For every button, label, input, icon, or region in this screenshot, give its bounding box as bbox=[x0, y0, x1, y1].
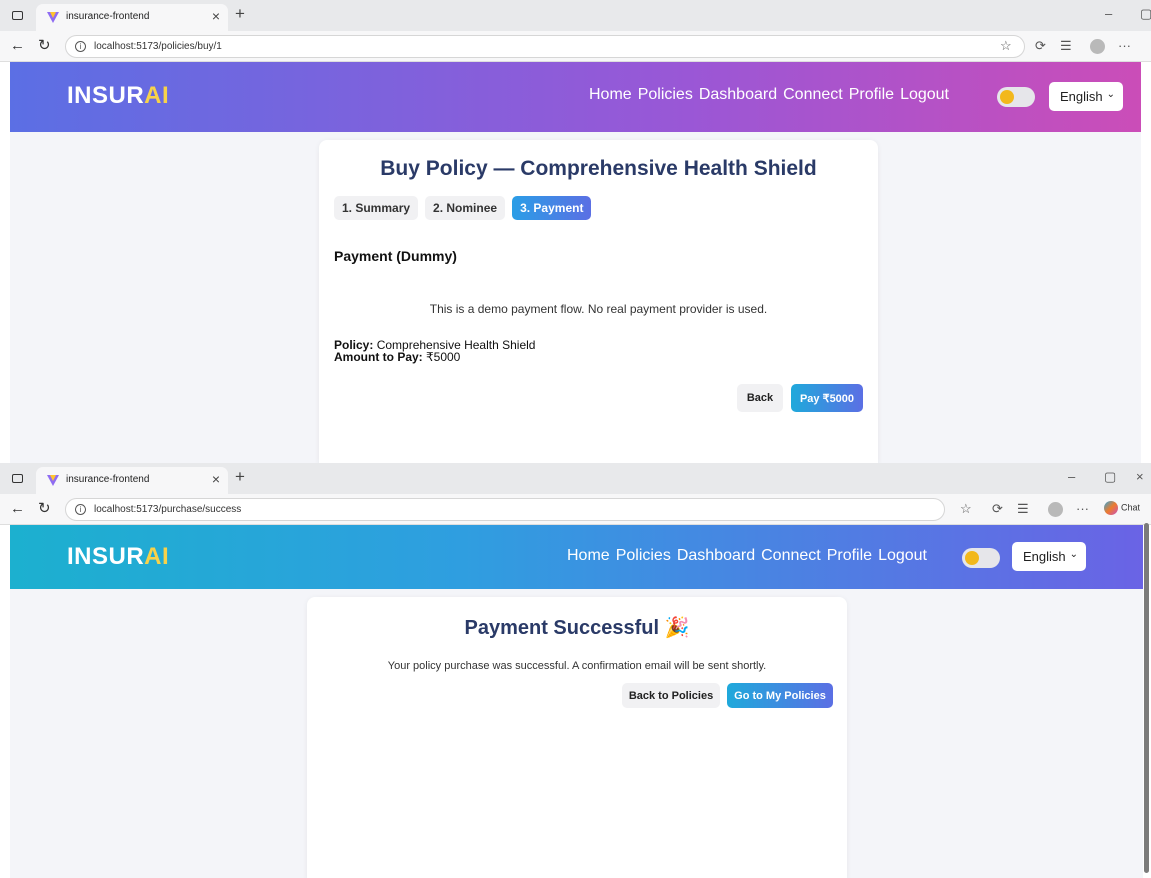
extensions-icon[interactable]: ⟳ bbox=[1035, 38, 1046, 54]
brand-logo[interactable]: INSURAI bbox=[67, 82, 169, 110]
tab-bar: insurance-frontend × + – ▢ × bbox=[0, 463, 1151, 494]
vite-icon bbox=[47, 12, 59, 23]
step-summary[interactable]: 1. Summary bbox=[334, 196, 419, 220]
reload-icon[interactable]: ↻ bbox=[38, 499, 51, 517]
close-tab-icon[interactable]: × bbox=[212, 8, 220, 24]
maximize-icon[interactable]: ▢ bbox=[1140, 6, 1151, 22]
language-select[interactable]: English ⌄ bbox=[1049, 82, 1123, 111]
chevron-down-icon: ⌄ bbox=[1069, 549, 1078, 560]
nav-home[interactable]: Home bbox=[589, 86, 632, 104]
page-scrollbar[interactable] bbox=[1144, 523, 1149, 873]
more-icon[interactable]: ··· bbox=[1076, 501, 1089, 516]
amount-value: ₹5000 bbox=[426, 350, 461, 364]
language-value: English bbox=[1023, 549, 1066, 564]
brand-accent: AI bbox=[144, 82, 170, 109]
nav-dashboard[interactable]: Dashboard bbox=[677, 547, 755, 565]
theme-toggle[interactable] bbox=[962, 548, 1000, 568]
main-nav: Home Policies Dashboard Connect Profile … bbox=[589, 86, 949, 104]
favorites-icon[interactable]: ☰ bbox=[1060, 38, 1072, 54]
favorite-star-icon[interactable]: ☆ bbox=[1000, 38, 1012, 54]
nav-logout[interactable]: Logout bbox=[878, 547, 927, 565]
step-nominee[interactable]: 2. Nominee bbox=[425, 196, 506, 220]
address-bar[interactable]: i localhost:5173/policies/buy/1 bbox=[65, 35, 1025, 58]
copilot-chat-button[interactable]: Chat bbox=[1104, 501, 1140, 515]
tab-title: insurance-frontend bbox=[66, 11, 150, 22]
favorite-star-icon[interactable]: ☆ bbox=[960, 501, 972, 517]
url-text[interactable]: localhost:5173/policies/buy/1 bbox=[94, 41, 222, 52]
success-message: Your policy purchase was successful. A c… bbox=[387, 660, 767, 672]
chat-label: Chat bbox=[1121, 502, 1141, 513]
vite-icon bbox=[47, 475, 59, 486]
main-nav: Home Policies Dashboard Connect Profile … bbox=[567, 547, 927, 565]
address-bar-row: ← ↻ i localhost:5173/policies/buy/1 ☆ ⟳ … bbox=[0, 31, 1151, 62]
minimize-icon[interactable]: – bbox=[1068, 469, 1075, 484]
back-arrow-icon[interactable]: ← bbox=[10, 37, 25, 54]
brand-main: INSUR bbox=[67, 82, 145, 109]
browser-tab[interactable]: insurance-frontend × bbox=[36, 467, 228, 494]
nav-dashboard[interactable]: Dashboard bbox=[699, 86, 777, 104]
minimize-icon[interactable]: – bbox=[1105, 6, 1112, 21]
nav-policies[interactable]: Policies bbox=[616, 547, 671, 565]
buy-policy-screenshot: insurance-frontend × + – ▢ ← ↻ i localho… bbox=[0, 0, 1151, 463]
site-header: INSURAI Home Policies Dashboard Connect … bbox=[10, 62, 1141, 132]
toggle-knob bbox=[965, 551, 979, 565]
browser-tab[interactable]: insurance-frontend × bbox=[36, 4, 228, 31]
copilot-icon bbox=[1104, 501, 1118, 515]
back-arrow-icon[interactable]: ← bbox=[10, 500, 25, 517]
page: INSURAI Home Policies Dashboard Connect … bbox=[10, 62, 1141, 463]
payment-success-screenshot: insurance-frontend × + – ▢ × ← ↻ i local… bbox=[0, 463, 1151, 878]
profile-avatar[interactable] bbox=[1090, 39, 1105, 54]
site-info-icon[interactable]: i bbox=[75, 504, 86, 515]
nav-profile[interactable]: Profile bbox=[849, 86, 894, 104]
favorites-icon[interactable]: ☰ bbox=[1017, 501, 1029, 517]
step-payment[interactable]: 3. Payment bbox=[512, 196, 592, 220]
chevron-down-icon: ⌄ bbox=[1106, 89, 1115, 100]
toggle-knob bbox=[1000, 90, 1014, 104]
brand-logo[interactable]: INSURAI bbox=[67, 543, 169, 571]
step-tabs: 1. Summary 2. Nominee 3. Payment bbox=[334, 196, 592, 220]
maximize-icon[interactable]: ▢ bbox=[1104, 469, 1116, 485]
back-button[interactable]: Back bbox=[737, 384, 783, 412]
nav-profile[interactable]: Profile bbox=[827, 547, 872, 565]
close-tab-icon[interactable]: × bbox=[212, 471, 220, 487]
tab-actions-icon[interactable] bbox=[12, 11, 23, 20]
go-to-my-policies-button[interactable]: Go to My Policies bbox=[727, 683, 833, 708]
language-select[interactable]: English ⌄ bbox=[1012, 542, 1086, 571]
back-to-policies-button[interactable]: Back to Policies bbox=[622, 683, 720, 708]
nav-home[interactable]: Home bbox=[567, 547, 610, 565]
page-title: Buy Policy — Comprehensive Health Shield bbox=[380, 157, 817, 180]
url-text[interactable]: localhost:5173/purchase/success bbox=[94, 504, 241, 515]
new-tab-icon[interactable]: + bbox=[235, 467, 245, 487]
page-title: Payment Successful 🎉 bbox=[464, 617, 690, 639]
reload-icon[interactable]: ↻ bbox=[38, 36, 51, 54]
extensions-icon[interactable]: ⟳ bbox=[992, 501, 1003, 517]
close-window-icon[interactable]: × bbox=[1136, 469, 1144, 484]
more-icon[interactable]: ··· bbox=[1118, 38, 1131, 53]
success-card: Payment Successful 🎉 Your policy purchas… bbox=[307, 597, 847, 878]
section-title: Payment (Dummy) bbox=[334, 248, 457, 264]
buy-policy-card: Buy Policy — Comprehensive Health Shield… bbox=[319, 140, 878, 463]
nav-policies[interactable]: Policies bbox=[638, 86, 693, 104]
demo-note: This is a demo payment flow. No real pay… bbox=[429, 302, 768, 316]
nav-connect[interactable]: Connect bbox=[783, 86, 843, 104]
tab-bar: insurance-frontend × + – ▢ bbox=[0, 0, 1151, 31]
profile-avatar[interactable] bbox=[1048, 502, 1063, 517]
pay-button[interactable]: Pay ₹5000 bbox=[791, 384, 863, 412]
brand-main: INSUR bbox=[67, 543, 145, 570]
address-bar-row: ← ↻ i localhost:5173/purchase/success ☆ … bbox=[0, 494, 1151, 525]
nav-logout[interactable]: Logout bbox=[900, 86, 949, 104]
language-value: English bbox=[1060, 89, 1103, 104]
new-tab-icon[interactable]: + bbox=[235, 4, 245, 24]
brand-accent: AI bbox=[144, 543, 170, 570]
amount-label: Amount to Pay: bbox=[334, 350, 423, 364]
tab-actions-icon[interactable] bbox=[12, 474, 23, 483]
site-info-icon[interactable]: i bbox=[75, 41, 86, 52]
tab-title: insurance-frontend bbox=[66, 474, 150, 485]
site-header: INSURAI Home Policies Dashboard Connect … bbox=[10, 525, 1143, 589]
theme-toggle[interactable] bbox=[997, 87, 1035, 107]
address-bar[interactable]: i localhost:5173/purchase/success bbox=[65, 498, 945, 521]
page: INSURAI Home Policies Dashboard Connect … bbox=[10, 525, 1143, 878]
amount-line: Amount to Pay: ₹5000 bbox=[334, 350, 460, 364]
nav-connect[interactable]: Connect bbox=[761, 547, 821, 565]
